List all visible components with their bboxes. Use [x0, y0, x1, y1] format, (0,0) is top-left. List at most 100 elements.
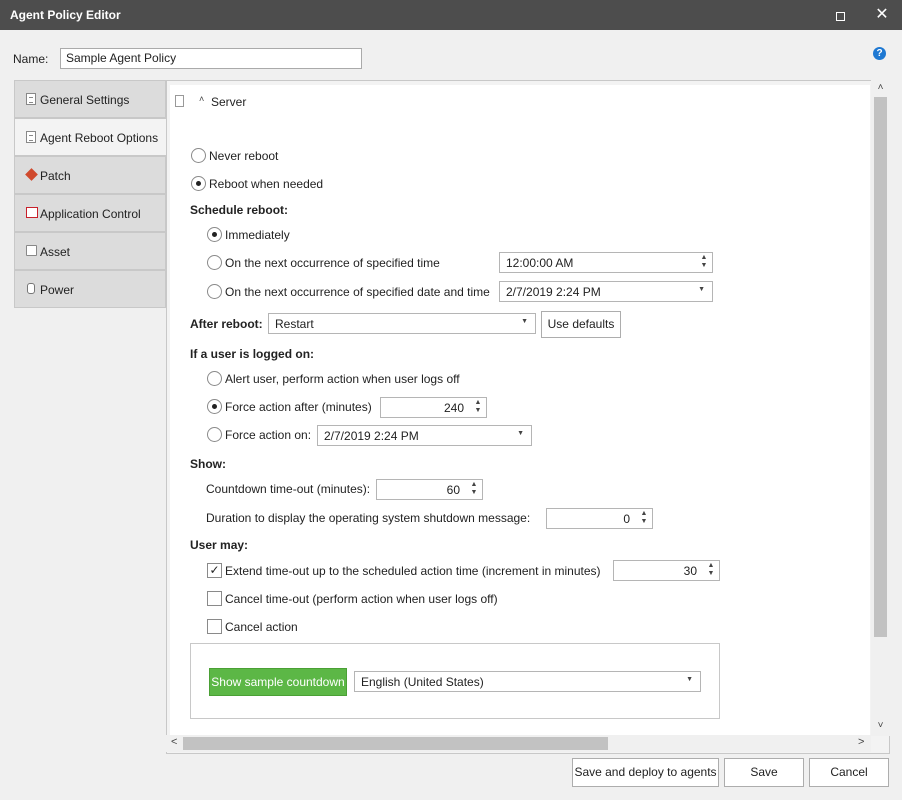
- maximize-icon: [835, 11, 845, 21]
- tab-asset[interactable]: Asset: [14, 232, 166, 270]
- next-time-radio[interactable]: [207, 255, 222, 270]
- vertical-scroll-thumb[interactable]: [874, 97, 887, 637]
- help-icon[interactable]: ?: [873, 47, 886, 60]
- time-spinner[interactable]: ▲ ▼: [700, 254, 708, 270]
- language-value: English (United States): [361, 675, 484, 689]
- cancel-action-label: Cancel action: [225, 620, 298, 634]
- force-after-spinner[interactable]: ▲ ▼: [474, 399, 482, 415]
- extend-value: 30: [683, 564, 697, 578]
- application-control-icon: [26, 207, 38, 218]
- force-on-radio[interactable]: [207, 427, 222, 442]
- language-dropdown[interactable]: English (United States) ▼: [354, 671, 701, 692]
- duration-input[interactable]: 0 ▲ ▼: [546, 508, 653, 529]
- after-reboot-dropdown[interactable]: Restart ▼: [268, 313, 536, 334]
- horizontal-scroll-thumb[interactable]: [183, 737, 608, 750]
- tab-agent-reboot-options[interactable]: Agent Reboot Options: [14, 118, 167, 156]
- chevron-down-icon: ▼: [517, 430, 524, 437]
- show-header: Show:: [190, 457, 226, 471]
- datetime-value: 2/7/2019 2:24 PM: [506, 285, 601, 299]
- document-icon: [26, 131, 36, 143]
- close-icon: ✕: [875, 6, 889, 23]
- force-after-radio[interactable]: [207, 399, 222, 414]
- force-after-label: Force action after (minutes): [225, 400, 372, 414]
- time-input[interactable]: 12:00:00 AM ▲ ▼: [499, 252, 713, 273]
- duration-label: Duration to display the operating system…: [206, 511, 531, 525]
- force-on-dropdown[interactable]: 2/7/2019 2:24 PM ▼: [317, 425, 532, 446]
- tab-general-settings[interactable]: General Settings: [14, 80, 166, 118]
- never-reboot-label: Never reboot: [209, 149, 279, 163]
- power-icon: [27, 283, 35, 294]
- force-on-value: 2/7/2019 2:24 PM: [324, 429, 419, 443]
- patch-icon: [25, 168, 38, 181]
- document-icon: [175, 95, 184, 107]
- tab-label: General Settings: [40, 93, 130, 107]
- immediately-radio[interactable]: [207, 227, 222, 242]
- time-value: 12:00:00 AM: [506, 256, 574, 270]
- duration-spinner[interactable]: ▲ ▼: [640, 510, 648, 526]
- scroll-right-icon[interactable]: >: [858, 736, 864, 748]
- spin-up-icon: ▲: [470, 481, 478, 488]
- collapse-caret-icon: ˄: [199, 94, 205, 104]
- cancel-button[interactable]: Cancel: [809, 758, 889, 787]
- schedule-reboot-header: Schedule reboot:: [190, 203, 289, 217]
- countdown-value: 60: [446, 483, 460, 497]
- cancel-timeout-label: Cancel time-out (perform action when use…: [225, 592, 498, 606]
- chevron-down-icon: ▼: [686, 676, 693, 683]
- tab-patch[interactable]: Patch: [14, 156, 166, 194]
- tab-label: Agent Reboot Options: [40, 131, 159, 145]
- scroll-up-icon[interactable]: ˄: [871, 82, 890, 93]
- alert-user-radio[interactable]: [207, 371, 222, 386]
- window-title: Agent Policy Editor: [10, 8, 121, 22]
- datetime-dropdown[interactable]: 2/7/2019 2:24 PM ▼: [499, 281, 713, 302]
- never-reboot-radio[interactable]: [191, 148, 206, 163]
- name-label: Name:: [13, 52, 49, 66]
- reboot-when-needed-label: Reboot when needed: [209, 177, 324, 191]
- spin-down-icon: ▼: [640, 518, 648, 525]
- tab-application-control[interactable]: Application Control: [14, 194, 166, 232]
- countdown-spinner[interactable]: ▲ ▼: [470, 481, 478, 497]
- spin-down-icon: ▼: [707, 570, 715, 577]
- close-button[interactable]: ✕: [862, 0, 902, 30]
- section-title: Server: [211, 95, 247, 109]
- extend-label: Extend time-out up to the scheduled acti…: [225, 564, 601, 578]
- chevron-down-icon: ▼: [698, 286, 705, 293]
- vertical-scrollbar[interactable]: ˄ ˅: [871, 80, 890, 736]
- scroll-down-icon[interactable]: ˅: [871, 720, 890, 731]
- asset-icon: [26, 245, 37, 256]
- tab-label: Application Control: [40, 207, 141, 221]
- next-datetime-radio[interactable]: [207, 284, 222, 299]
- title-bar: Agent Policy Editor ✕: [0, 0, 902, 30]
- cancel-timeout-checkbox[interactable]: [207, 591, 222, 606]
- save-button[interactable]: Save: [724, 758, 804, 787]
- tab-label: Patch: [40, 169, 71, 183]
- logged-on-header: If a user is logged on:: [190, 347, 315, 361]
- name-input[interactable]: Sample Agent Policy: [60, 48, 362, 69]
- maximize-button[interactable]: [820, 0, 860, 30]
- extend-input[interactable]: 30 ▲ ▼: [613, 560, 720, 581]
- save-and-deploy-button[interactable]: Save and deploy to agents: [572, 758, 719, 787]
- tab-label: Power: [40, 283, 75, 297]
- extend-spinner[interactable]: ▲ ▼: [707, 562, 715, 578]
- spin-down-icon: ▼: [700, 262, 708, 269]
- spin-up-icon: ▲: [474, 399, 482, 406]
- show-sample-countdown-button[interactable]: Show sample countdown: [209, 668, 347, 696]
- spin-down-icon: ▼: [470, 489, 478, 496]
- duration-value: 0: [623, 512, 630, 526]
- checkmark-icon: ✓: [209, 563, 220, 577]
- document-icon: [26, 93, 36, 105]
- tab-power[interactable]: Power: [14, 270, 166, 308]
- force-on-label: Force action on:: [225, 428, 312, 442]
- user-may-header: User may:: [190, 538, 249, 552]
- tab-label: Asset: [40, 245, 71, 259]
- horizontal-scrollbar[interactable]: < >: [166, 735, 871, 752]
- scroll-left-icon[interactable]: <: [171, 736, 177, 748]
- use-defaults-button[interactable]: Use defaults: [541, 311, 621, 338]
- force-after-value: 240: [443, 401, 464, 415]
- after-reboot-value: Restart: [275, 317, 314, 331]
- spin-down-icon: ▼: [474, 407, 482, 414]
- countdown-input[interactable]: 60 ▲ ▼: [376, 479, 483, 500]
- extend-checkbox[interactable]: ✓: [207, 563, 222, 578]
- cancel-action-checkbox[interactable]: [207, 619, 222, 634]
- reboot-when-needed-radio[interactable]: [191, 176, 206, 191]
- force-after-input[interactable]: 240 ▲ ▼: [380, 397, 487, 418]
